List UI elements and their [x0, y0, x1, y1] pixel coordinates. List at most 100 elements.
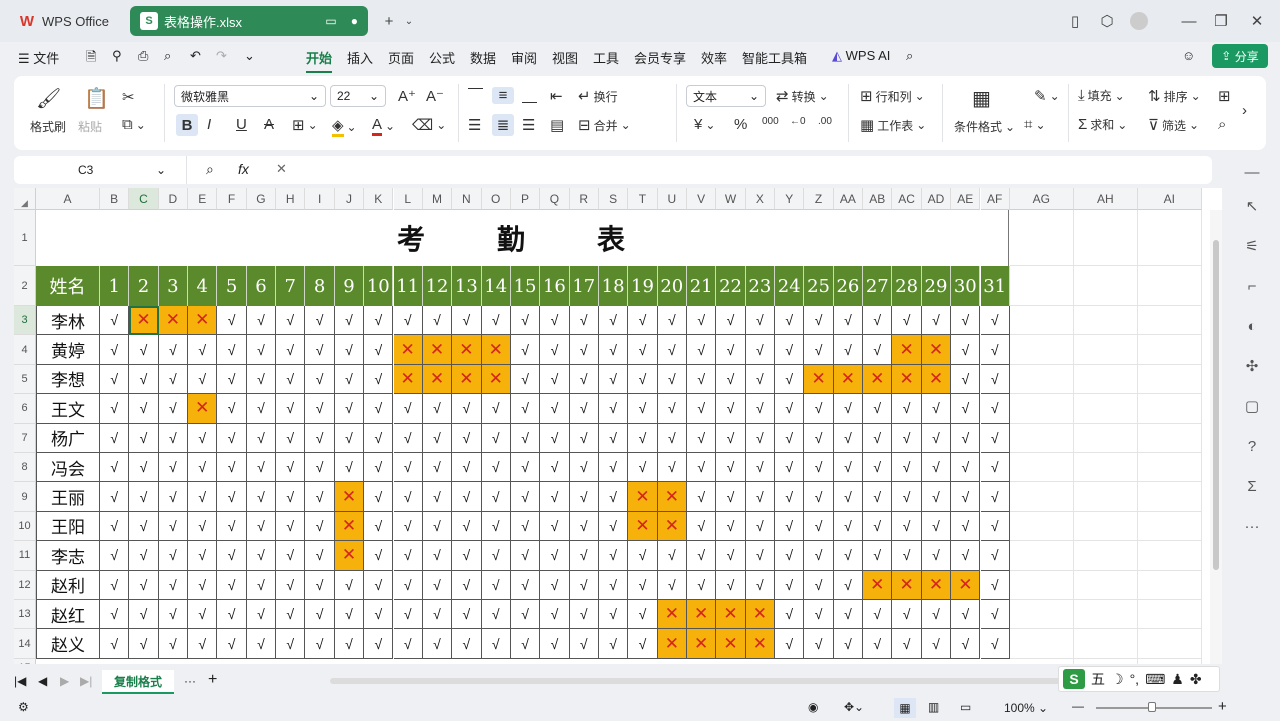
present-cell[interactable]: √ [804, 453, 834, 483]
absent-cell[interactable]: ✕ [921, 335, 952, 365]
header-day[interactable]: 18 [598, 266, 629, 306]
present-cell[interactable]: √ [422, 453, 453, 483]
present-cell[interactable]: √ [129, 600, 159, 630]
header-day[interactable]: 25 [804, 266, 834, 306]
present-cell[interactable]: √ [598, 511, 629, 542]
present-cell[interactable]: √ [921, 306, 952, 336]
present-cell[interactable]: √ [422, 629, 453, 659]
absent-cell[interactable]: ✕ [628, 511, 658, 542]
worksheet-button[interactable]: ▦ 工作表 ⌄ [860, 116, 926, 134]
absent-cell[interactable]: ✕ [716, 629, 746, 659]
increase-font-icon[interactable]: A⁺ [398, 87, 416, 105]
present-cell[interactable]: √ [657, 364, 687, 395]
present-cell[interactable]: √ [188, 364, 218, 395]
present-cell[interactable]: √ [628, 570, 658, 600]
align-top-icon[interactable]: ⎺ [468, 87, 483, 104]
present-cell[interactable]: √ [569, 570, 599, 600]
present-cell[interactable]: √ [833, 423, 864, 453]
header-day[interactable]: 31 [980, 266, 1010, 306]
empty-cell[interactable] [1073, 600, 1138, 630]
present-cell[interactable]: √ [422, 482, 453, 512]
present-cell[interactable]: √ [951, 629, 981, 659]
present-cell[interactable]: √ [628, 423, 658, 453]
absent-cell[interactable]: ✕ [833, 364, 864, 395]
present-cell[interactable]: √ [775, 364, 805, 395]
present-cell[interactable]: √ [276, 364, 306, 395]
present-cell[interactable]: √ [951, 335, 981, 365]
present-cell[interactable]: √ [540, 570, 570, 600]
present-cell[interactable]: √ [393, 570, 423, 600]
zoom-formula-icon[interactable]: ⌕ [206, 161, 214, 178]
present-cell[interactable]: √ [217, 453, 247, 483]
present-cell[interactable]: √ [129, 570, 159, 600]
present-cell[interactable]: √ [158, 629, 189, 659]
present-cell[interactable]: √ [158, 453, 189, 483]
column-header[interactable]: L [393, 188, 423, 210]
percent-button[interactable]: % [734, 116, 747, 133]
present-cell[interactable]: √ [833, 600, 864, 630]
present-cell[interactable]: √ [921, 600, 952, 630]
column-header[interactable]: Y [775, 188, 805, 210]
present-cell[interactable]: √ [100, 629, 130, 659]
strikethrough-button[interactable]: A [264, 116, 274, 133]
present-cell[interactable]: √ [951, 453, 981, 483]
absent-cell[interactable]: ✕ [452, 364, 482, 395]
column-header[interactable]: C [129, 188, 159, 210]
present-cell[interactable]: √ [100, 394, 130, 424]
column-header[interactable]: H [276, 188, 306, 210]
present-cell[interactable]: √ [716, 335, 746, 365]
present-cell[interactable]: √ [510, 541, 541, 571]
header-day[interactable]: 6 [246, 266, 277, 306]
present-cell[interactable]: √ [217, 600, 247, 630]
empty-cell[interactable] [1137, 482, 1202, 512]
present-cell[interactable]: √ [775, 394, 805, 424]
chat-icon[interactable]: ☺ [1182, 48, 1195, 63]
present-cell[interactable]: √ [687, 482, 717, 512]
column-header[interactable]: I [305, 188, 335, 210]
present-cell[interactable]: √ [393, 600, 423, 630]
present-cell[interactable]: √ [540, 364, 570, 395]
cell-style-icon[interactable]: ✎ ⌄ [1034, 87, 1060, 105]
present-cell[interactable]: √ [481, 423, 511, 453]
present-cell[interactable]: √ [100, 364, 130, 395]
column-header[interactable]: F [217, 188, 247, 210]
present-cell[interactable]: √ [745, 570, 776, 600]
present-cell[interactable]: √ [804, 394, 834, 424]
employee-name[interactable]: 冯会 [36, 453, 100, 483]
present-cell[interactable]: √ [217, 511, 247, 542]
present-cell[interactable]: √ [158, 570, 189, 600]
present-cell[interactable]: √ [452, 482, 482, 512]
column-header[interactable]: AF [980, 188, 1010, 210]
present-cell[interactable]: √ [364, 364, 394, 395]
menu-file[interactable]: ☰ 文件 [18, 48, 59, 67]
present-cell[interactable]: √ [510, 335, 541, 365]
present-cell[interactable]: √ [188, 629, 218, 659]
convert-button[interactable]: ⇄ 转换 ⌄ [776, 87, 829, 105]
absent-cell[interactable]: ✕ [188, 306, 218, 336]
present-cell[interactable]: √ [129, 394, 159, 424]
present-cell[interactable]: √ [364, 335, 394, 365]
conditional-format-icon[interactable]: ▦ [972, 86, 991, 111]
header-day[interactable]: 7 [276, 266, 306, 306]
present-cell[interactable]: √ [422, 511, 453, 542]
present-cell[interactable]: √ [921, 541, 952, 571]
present-cell[interactable]: √ [276, 600, 306, 630]
present-cell[interactable]: √ [540, 306, 570, 336]
merge-button[interactable]: ⊟ 合并 ⌄ [578, 116, 631, 134]
present-cell[interactable]: √ [980, 541, 1010, 571]
present-cell[interactable]: √ [569, 541, 599, 571]
absent-cell[interactable]: ✕ [422, 364, 453, 395]
header-day[interactable]: 29 [921, 266, 952, 306]
present-cell[interactable]: √ [892, 482, 922, 512]
column-header[interactable]: T [628, 188, 658, 210]
present-cell[interactable]: √ [305, 423, 335, 453]
empty-cell[interactable] [1009, 394, 1074, 424]
present-cell[interactable]: √ [628, 453, 658, 483]
present-cell[interactable]: √ [422, 541, 453, 571]
present-cell[interactable]: √ [188, 482, 218, 512]
present-cell[interactable]: √ [276, 482, 306, 512]
format-painter-icon[interactable]: 🖌 [36, 86, 61, 111]
sheet-more-icon[interactable]: ··· [184, 674, 196, 688]
share-button[interactable]: ⇪ 分享 [1212, 44, 1268, 68]
empty-cell[interactable] [1073, 423, 1138, 453]
